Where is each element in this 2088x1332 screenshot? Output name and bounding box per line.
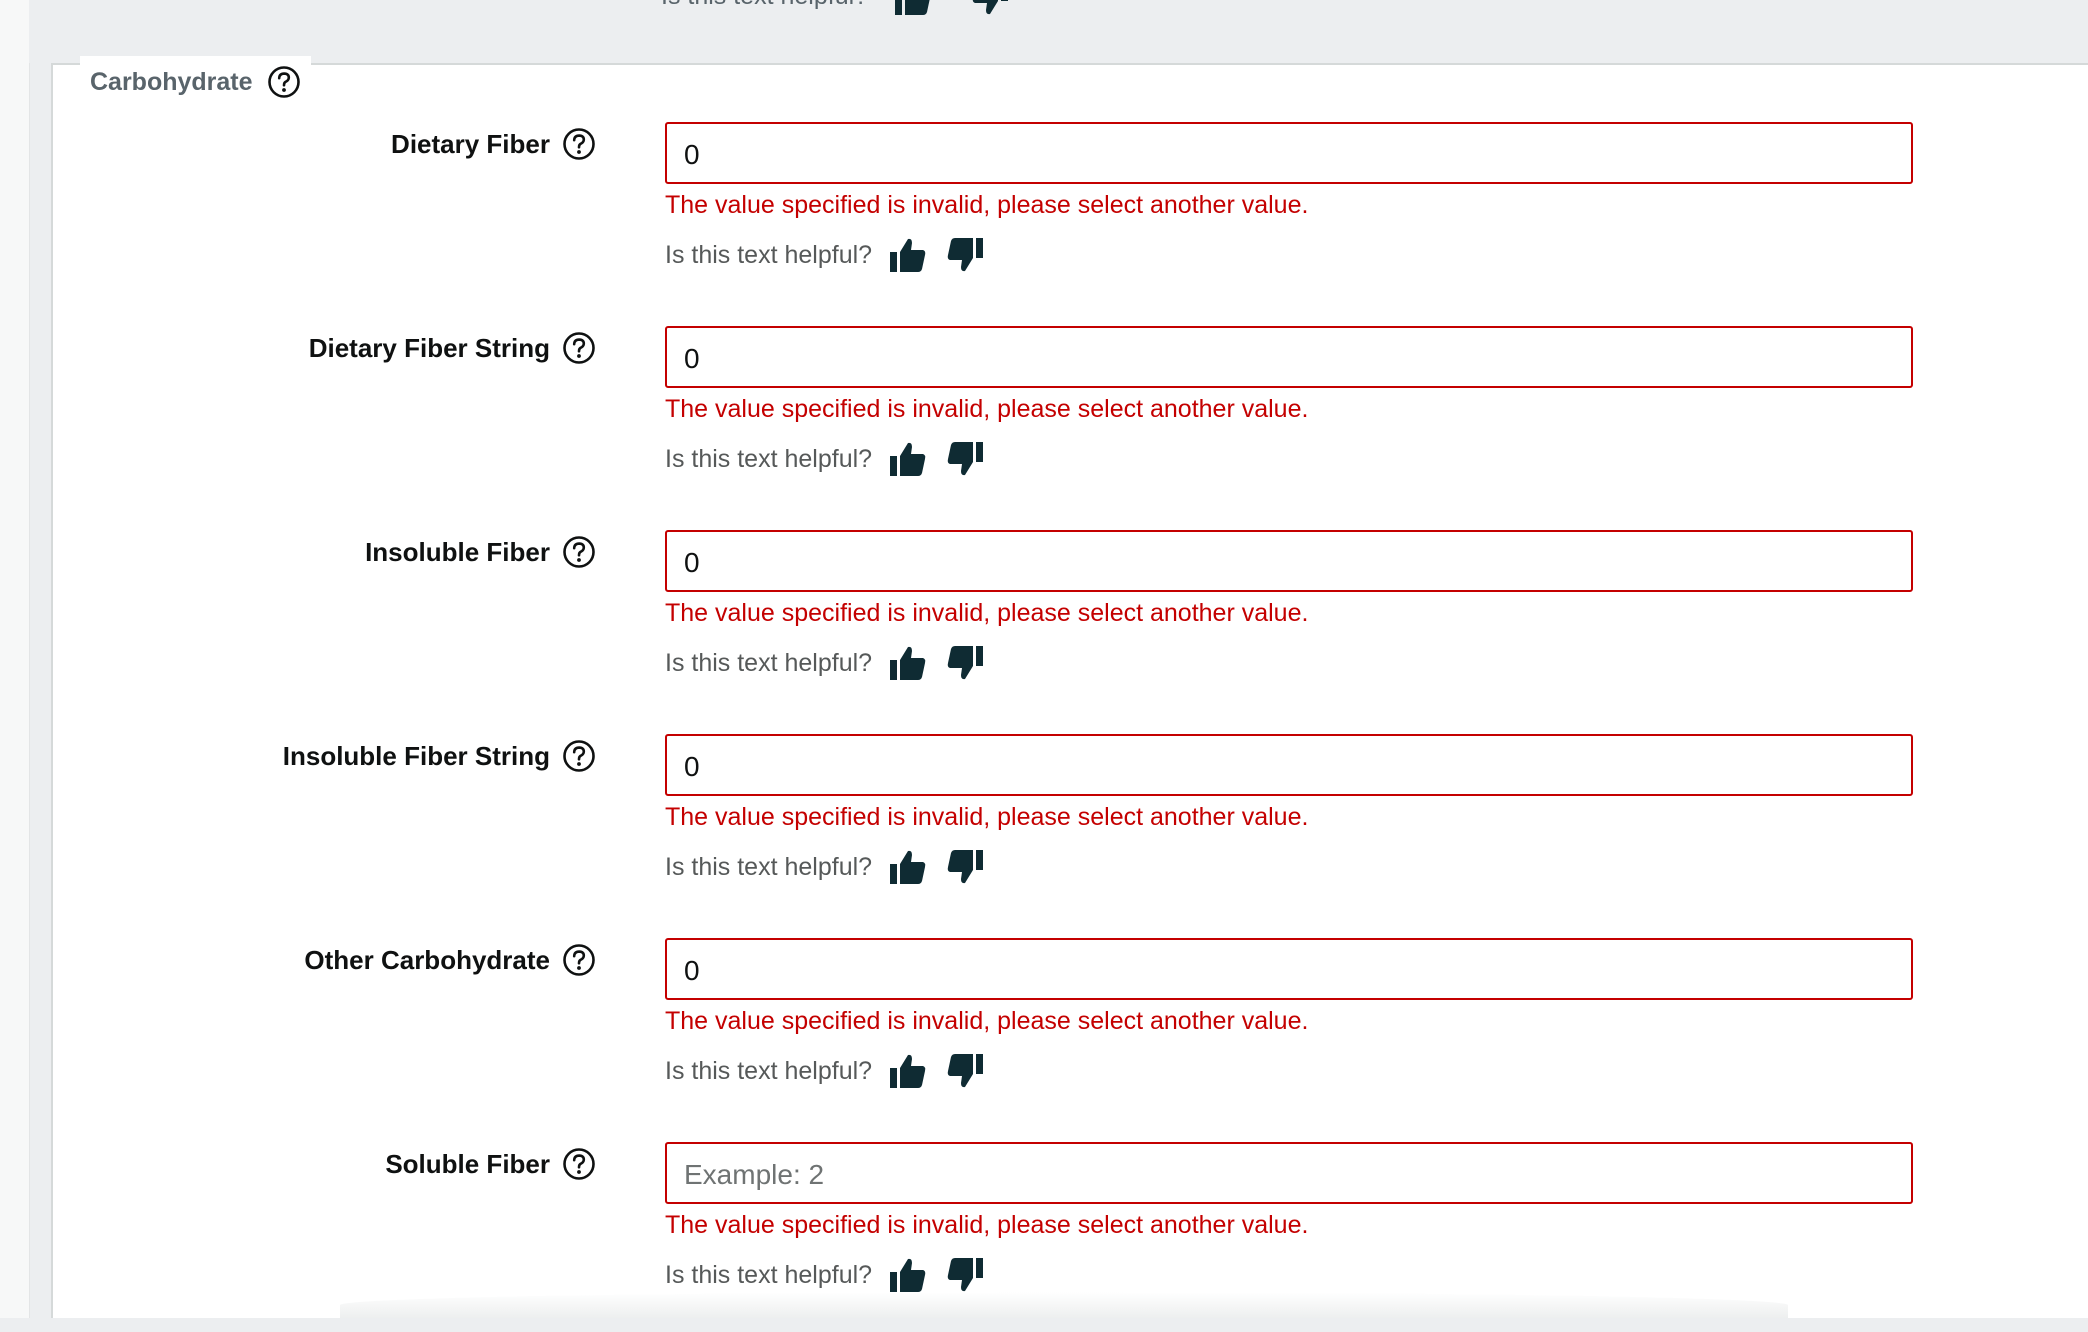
- error-message: The value specified is invalid, please s…: [665, 1211, 1309, 1239]
- question-circle-icon[interactable]: [562, 331, 596, 365]
- thumbs-up-icon[interactable]: [888, 439, 928, 479]
- field-label: Other Carbohydrate: [304, 938, 596, 982]
- thumbs-down-icon[interactable]: [945, 439, 985, 479]
- question-circle-icon[interactable]: [562, 943, 596, 977]
- top-strip: Is this text helpful?: [29, 0, 2088, 63]
- helpful-prompt: Is this text helpful?: [665, 852, 873, 881]
- question-circle-icon[interactable]: [267, 65, 301, 99]
- field-label-text: Dietary Fiber String: [308, 332, 550, 363]
- helpful-prompt: Is this text helpful?: [665, 444, 873, 473]
- section-legend: Carbohydrate: [80, 56, 311, 108]
- error-message: The value specified is invalid, please s…: [665, 599, 1309, 627]
- field-label: Soluble Fiber: [385, 1142, 596, 1186]
- field-label-text: Insoluble Fiber: [365, 536, 550, 567]
- field-input[interactable]: [665, 326, 1913, 388]
- question-circle-icon[interactable]: [562, 1147, 596, 1181]
- helpful-feedback: Is this text helpful?: [665, 438, 1002, 480]
- thumbs-down-icon[interactable]: [945, 1051, 985, 1091]
- thumbs-up-icon[interactable]: [888, 1051, 928, 1091]
- helpful-feedback: Is this text helpful?: [665, 846, 1002, 888]
- field-label: Dietary Fiber: [391, 122, 596, 166]
- field-input[interactable]: [665, 530, 1913, 592]
- question-circle-icon[interactable]: [562, 739, 596, 773]
- helpful-feedback: Is this text helpful?: [665, 234, 1002, 276]
- thumbs-up-icon[interactable]: [888, 847, 928, 887]
- form-field: Insoluble Fiber String The value specifi…: [0, 734, 2088, 924]
- helpful-prompt: Is this text helpful?: [665, 1056, 873, 1085]
- thumbs-up-icon[interactable]: [888, 643, 928, 683]
- thumbs-down-icon[interactable]: [945, 235, 985, 275]
- error-message: The value specified is invalid, please s…: [665, 803, 1309, 831]
- thumbs-down-icon[interactable]: [945, 643, 985, 683]
- section-title: Carbohydrate: [90, 67, 253, 96]
- helpful-feedback: Is this text helpful?: [665, 642, 1002, 684]
- helpful-feedback: Is this text helpful?: [665, 1254, 1002, 1296]
- field-input[interactable]: [665, 1142, 1913, 1204]
- thumbs-down-icon[interactable]: [945, 847, 985, 887]
- form-field: Other Carbohydrate The value specified i…: [0, 938, 2088, 1128]
- error-message: The value specified is invalid, please s…: [665, 191, 1309, 219]
- helpful-feedback: Is this text helpful?: [665, 1050, 1002, 1092]
- error-message: The value specified is invalid, please s…: [665, 1007, 1309, 1035]
- top-feedback-icons: [893, 0, 1027, 18]
- bottom-shade: [340, 1292, 1788, 1318]
- form-field: Dietary Fiber String The value specified…: [0, 326, 2088, 516]
- helpful-prompt: Is this text helpful?: [665, 240, 873, 269]
- thumbs-down-icon[interactable]: [945, 1255, 985, 1295]
- helpful-prompt: Is this text helpful?: [665, 1260, 873, 1289]
- field-input[interactable]: [665, 122, 1913, 184]
- field-label-text: Soluble Fiber: [385, 1148, 550, 1179]
- question-circle-icon[interactable]: [562, 127, 596, 161]
- field-input[interactable]: [665, 938, 1913, 1000]
- error-message: The value specified is invalid, please s…: [665, 395, 1309, 423]
- field-label-text: Dietary Fiber: [391, 128, 550, 159]
- form-field: Insoluble Fiber The value specified is i…: [0, 530, 2088, 720]
- thumbs-up-icon[interactable]: [893, 0, 933, 18]
- field-label-text: Other Carbohydrate: [304, 944, 550, 975]
- question-circle-icon[interactable]: [562, 535, 596, 569]
- field-label: Insoluble Fiber String: [283, 734, 596, 778]
- thumbs-down-icon[interactable]: [970, 0, 1010, 18]
- top-helpful-text-cut: Is this text helpful?: [661, 0, 868, 11]
- field-label-text: Insoluble Fiber String: [282, 740, 550, 771]
- helpful-prompt: Is this text helpful?: [665, 648, 873, 677]
- field-input[interactable]: [665, 734, 1913, 796]
- form-field: Dietary Fiber The value specified is inv…: [0, 122, 2088, 312]
- thumbs-up-icon[interactable]: [888, 235, 928, 275]
- field-label: Insoluble Fiber: [365, 530, 596, 574]
- field-label: Dietary Fiber String: [309, 326, 596, 370]
- thumbs-up-icon[interactable]: [888, 1255, 928, 1295]
